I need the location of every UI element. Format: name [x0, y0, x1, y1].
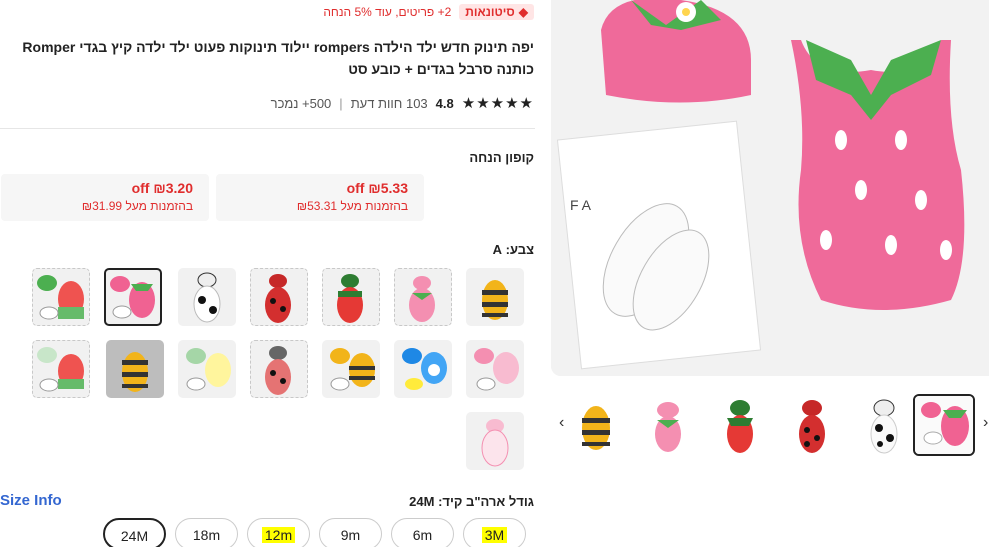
- bulk-discount: ◆ סיטונאות 2+ פריטים, עוד 5% הנחה: [323, 3, 534, 21]
- color-swatch-watermelon[interactable]: [322, 268, 380, 326]
- color-swatch-penguin[interactable]: [394, 340, 452, 398]
- size-option-label: 18m: [192, 527, 221, 543]
- color-swatch-green-yellow[interactable]: [178, 340, 236, 398]
- reviews-count[interactable]: 103 חוות דעת: [351, 96, 428, 111]
- bulk-badge-label: סיטונאות: [465, 5, 515, 19]
- size-option-label: 24M: [120, 528, 149, 544]
- color-label: צבע: A: [492, 242, 534, 257]
- color-swatch-bee-set[interactable]: [322, 340, 380, 398]
- size-option-9m[interactable]: 9m: [319, 518, 382, 547]
- size-option-label: 3M: [481, 527, 508, 543]
- thumbnail-watermelon[interactable]: [709, 394, 771, 456]
- tag-icon: ◆: [518, 5, 528, 19]
- coupon-amount: ₪3.20 off: [131, 180, 193, 196]
- color-swatch-light-pink[interactable]: [466, 412, 524, 470]
- size-option-label: 12m: [261, 527, 296, 543]
- size-option-18m[interactable]: 18m: [175, 518, 238, 547]
- size-option-label: 9m: [340, 527, 361, 543]
- thumbnail-strawberry-selected[interactable]: [913, 394, 975, 456]
- size-option-24m-selected[interactable]: 24M: [103, 518, 166, 547]
- coupon-condition: בהזמנות מעל ₪31.99: [81, 199, 193, 213]
- coupon-condition: בהזמנות מעל ₪53.31: [296, 199, 408, 213]
- color-swatch-cow[interactable]: [178, 268, 236, 326]
- main-product-image[interactable]: F A: [551, 0, 989, 376]
- size-option-6m[interactable]: 6m: [391, 518, 454, 547]
- color-swatch-bee[interactable]: [466, 268, 524, 326]
- size-option-3m[interactable]: 3M: [463, 518, 526, 547]
- thumbnail-cow[interactable]: [853, 394, 915, 456]
- coupon-amount: ₪5.33 off: [346, 180, 408, 196]
- color-swatch-strawberry-selected[interactable]: [104, 268, 162, 326]
- size-option-12m[interactable]: 12m: [247, 518, 310, 547]
- product-title: יפה תינוק חדש ילד הילדה rompers יילוד תי…: [22, 39, 534, 77]
- color-swatch-pink-set[interactable]: [466, 340, 524, 398]
- size-label: גודל ארה"ב קיד: 24M: [409, 494, 534, 509]
- thumbnail-bee[interactable]: [565, 394, 627, 456]
- chevron-left-icon[interactable]: ‹: [559, 414, 564, 432]
- color-swatch-ladybug[interactable]: [250, 268, 308, 326]
- coupon-card[interactable]: ₪3.20 off בהזמנות מעל ₪31.99: [1, 174, 209, 221]
- divider: |: [339, 95, 343, 111]
- bulk-badge: ◆ סיטונאות: [459, 4, 534, 20]
- thumbnail-ladybug[interactable]: [781, 394, 843, 456]
- rating-value: 4.8: [435, 95, 454, 111]
- size-info-link[interactable]: Size Info: [0, 492, 62, 509]
- divider-line: [0, 128, 535, 129]
- svg-text:F A: F A: [570, 197, 592, 213]
- sold-count: 500+ נמכר: [270, 95, 332, 111]
- strawberry-romper-photo: F A: [551, 0, 989, 376]
- star-rating-icon[interactable]: ★★★★★: [462, 94, 534, 112]
- thumbnail-pink-strawberry[interactable]: [637, 394, 699, 456]
- coupon-card[interactable]: ₪5.33 off בהזמנות מעל ₪53.31: [216, 174, 424, 221]
- color-swatch-bee-stripes[interactable]: [106, 340, 164, 398]
- color-swatch-watermelon-set[interactable]: [32, 340, 90, 398]
- bulk-discount-text: 2+ פריטים, עוד 5% הנחה: [323, 5, 452, 19]
- color-swatch-pink-strawberry[interactable]: [394, 268, 452, 326]
- chevron-right-icon[interactable]: ›: [983, 414, 988, 432]
- thumbnail-strip: ‹ ›: [551, 392, 989, 458]
- size-option-label: 6m: [412, 527, 433, 543]
- color-swatch-green-stripes[interactable]: [32, 268, 90, 326]
- color-swatch-grey-ladybug[interactable]: [250, 340, 308, 398]
- rating-row: ★★★★★ 4.8 103 חוות דעת | 500+ נמכר: [271, 94, 534, 112]
- product-page: F A ‹ › ◆ סיטונאות 2+ פריטים, עוד 5% הנח…: [0, 0, 989, 547]
- coupon-title: קופון הנחה: [469, 150, 534, 165]
